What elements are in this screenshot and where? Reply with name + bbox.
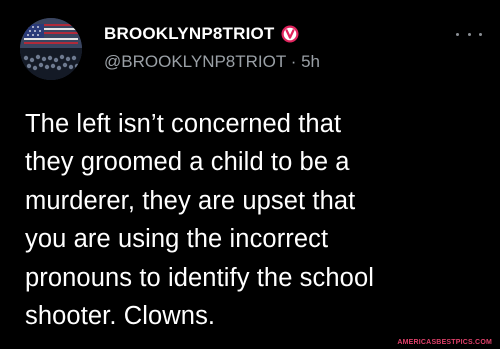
meta-row: @BROOKLYNP8TRIOT · 5h	[104, 52, 460, 72]
tweet-text-line: you are using the incorrect	[25, 225, 329, 254]
avatar-image	[20, 18, 82, 80]
tweet-card: BROOKLYNP8TRIOT @BROOKLYNP8TRIOT · 5h Th…	[0, 0, 500, 349]
more-horizontal-icon-dot	[467, 32, 471, 36]
verified-badge-icon	[281, 25, 299, 43]
more-options-button[interactable]	[456, 24, 482, 44]
tweet-header: BROOKLYNP8TRIOT @BROOKLYNP8TRIOT · 5h	[104, 22, 460, 72]
display-name[interactable]: BROOKLYNP8TRIOT	[104, 24, 275, 44]
tweet-text: The left isn’t concerned that they groom…	[25, 105, 495, 335]
more-horizontal-icon-dot	[479, 32, 482, 36]
account-handle[interactable]: @BROOKLYNP8TRIOT	[104, 52, 286, 71]
tweet-text-line: they groomed a child to be a	[25, 148, 350, 177]
tweet-text-line: The left isn’t concerned that	[25, 110, 342, 138]
tweet-timestamp[interactable]: 5h	[301, 52, 320, 71]
tweet-text-line: pronouns to identify the school	[25, 263, 374, 292]
watermark: AMERICASBESTPICS.COM	[397, 339, 492, 346]
tweet-text-line: murderer, they are upset that	[25, 186, 356, 215]
avatar[interactable]	[20, 18, 82, 80]
tweet-text-line: shooter. Clowns.	[25, 302, 216, 331]
meta-separator: ·	[290, 52, 297, 71]
name-row: BROOKLYNP8TRIOT	[104, 22, 460, 46]
more-horizontal-icon-dot	[456, 32, 459, 36]
